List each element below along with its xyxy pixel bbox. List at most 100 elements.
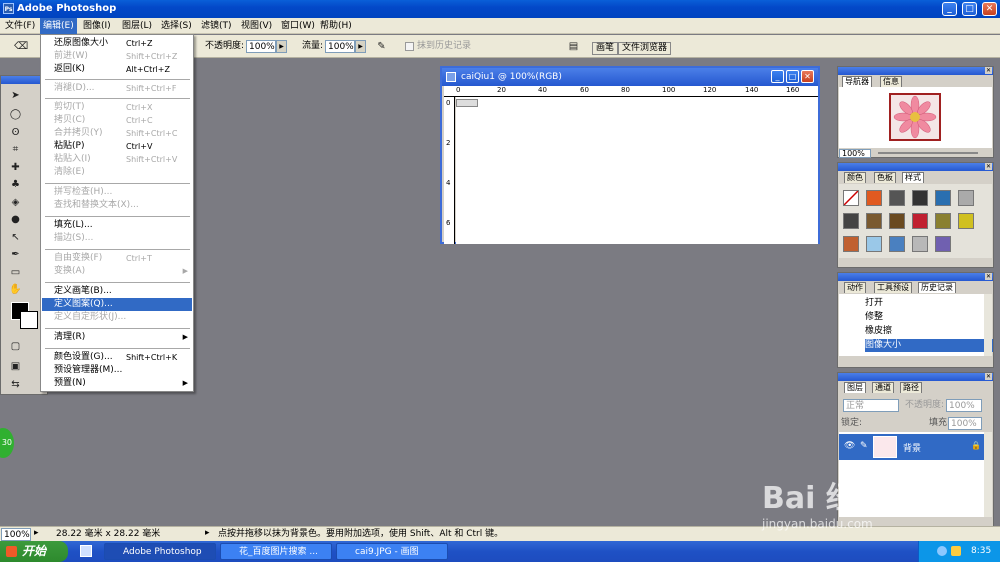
style-swatch[interactable] (889, 213, 905, 229)
panel-close-icon[interactable]: ✕ (985, 273, 992, 280)
tab-file-browser[interactable]: 文件浏览器 (618, 42, 672, 55)
style-swatch[interactable] (958, 190, 974, 206)
menu-item-find-replace[interactable]: 查找和替换文本(X)... (42, 199, 192, 212)
menu-file[interactable]: 文件(F) (2, 18, 38, 34)
history-item-selected[interactable]: 图像大小 (865, 339, 993, 352)
flow-arrow-icon[interactable]: ▶ (355, 40, 366, 53)
show-desktop-icon[interactable] (80, 545, 92, 557)
opacity-arrow-icon[interactable]: ▶ (276, 40, 287, 53)
eye-icon[interactable]: 👁 (844, 441, 855, 451)
style-swatch[interactable] (912, 213, 928, 229)
task-photoshop[interactable]: Adobe Photoshop (104, 543, 216, 560)
close-icon[interactable]: ✕ (982, 2, 997, 16)
style-swatch[interactable] (843, 236, 859, 252)
menu-item-undo[interactable]: 还原图像大小 Ctrl+Z (42, 37, 192, 50)
style-swatch[interactable] (935, 236, 951, 252)
notes-tool-icon[interactable]: ▭ (9, 266, 22, 279)
menu-select[interactable]: 选择(S) (158, 18, 195, 34)
task-browser[interactable]: 花_百度图片搜索 ... (220, 543, 332, 560)
menu-item-cut[interactable]: 剪切(T) Ctrl+X (42, 101, 192, 114)
menu-item-define-custom-shape[interactable]: 定义自定形状(J)... (42, 311, 192, 324)
history-item[interactable]: 修整 (865, 311, 993, 324)
menu-help[interactable]: 帮助(H) (317, 18, 355, 34)
lasso-tool-icon[interactable]: ʘ (9, 126, 22, 139)
menu-item-define-pattern[interactable]: 定义图案(Q)... (42, 298, 192, 311)
tab-swatches[interactable]: 色板 (874, 172, 896, 183)
marquee-tool-icon[interactable]: ◯ (9, 108, 22, 121)
tab-layers[interactable]: 图层 (844, 382, 866, 393)
history-scrollbar[interactable] (984, 294, 992, 356)
volume-icon[interactable] (951, 546, 961, 556)
screen-mode-icon[interactable]: ▣ (9, 360, 22, 373)
style-none[interactable] (843, 190, 859, 206)
menu-item-copy-merged[interactable]: 合并拷贝(Y) Shift+Ctrl+C (42, 127, 192, 140)
panel-close-icon[interactable]: ✕ (985, 373, 992, 380)
style-swatch[interactable] (912, 236, 928, 252)
fill-input[interactable]: 100% (948, 417, 982, 430)
flow-input[interactable]: 100% (325, 40, 355, 53)
navigator-zoom-input[interactable]: 100% (839, 149, 871, 158)
menu-item-preferences[interactable]: 预置(N) ▶ (42, 377, 192, 390)
style-swatch[interactable] (912, 190, 928, 206)
panel-close-icon[interactable]: ✕ (985, 163, 992, 170)
jump-to-imageready-icon[interactable]: ⇆ (9, 378, 22, 391)
style-swatch[interactable] (935, 213, 951, 229)
style-swatch[interactable] (866, 190, 882, 206)
hand-tool-icon[interactable]: ✋ (9, 283, 22, 296)
menu-item-color-settings[interactable]: 颜色设置(G)... Shift+Ctrl+K (42, 351, 192, 364)
menu-item-fill[interactable]: 填充(L)... (42, 219, 192, 232)
healing-tool-icon[interactable]: ✚ (9, 161, 22, 174)
tab-info[interactable]: 信息 (880, 76, 902, 87)
menu-window[interactable]: 窗口(W) (278, 18, 318, 34)
airbrush-icon[interactable]: ✎ (375, 40, 388, 53)
tab-actions[interactable]: 动作 (844, 282, 866, 293)
menu-item-stroke[interactable]: 描边(S)... (42, 232, 192, 245)
eraser-icon[interactable]: ⌫ (14, 40, 28, 53)
tab-color[interactable]: 颜色 (844, 172, 866, 183)
path-select-icon[interactable]: ↖ (9, 231, 22, 244)
erase-history-checkbox[interactable] (405, 42, 414, 51)
standard-mode-icon[interactable]: ▢ (9, 340, 22, 353)
clone-stamp-icon[interactable]: ♣ (9, 178, 22, 191)
document-canvas[interactable] (456, 97, 818, 244)
menu-filter[interactable]: 滤镜(T) (198, 18, 235, 34)
tab-channels[interactable]: 通道 (872, 382, 894, 393)
start-button[interactable]: 开始 (0, 541, 68, 562)
tab-tool-presets[interactable]: 工具预设 (874, 282, 912, 293)
eraser-tool-icon[interactable]: ◈ (9, 196, 22, 209)
style-swatch[interactable] (958, 213, 974, 229)
style-swatch[interactable] (889, 190, 905, 206)
status-menu-icon[interactable]: ▸ (205, 528, 210, 538)
doc-minimize-icon[interactable]: _ (771, 70, 784, 83)
navigator-preview[interactable] (839, 87, 992, 148)
panel-close-icon[interactable]: ✕ (985, 67, 992, 74)
menu-item-free-transform[interactable]: 自由变换(F) Ctrl+T (42, 252, 192, 265)
style-swatch[interactable] (935, 190, 951, 206)
menu-item-paste-into[interactable]: 粘贴入(I) Shift+Ctrl+V (42, 153, 192, 166)
opacity-input[interactable]: 100% (246, 40, 276, 53)
doc-close-icon[interactable]: ✕ (801, 70, 814, 83)
navigator-zoom-slider[interactable] (878, 152, 978, 154)
menu-view[interactable]: 视图(V) (238, 18, 275, 34)
tab-navigator[interactable]: 导航器 (842, 76, 872, 87)
menu-image[interactable]: 图像(I) (80, 18, 114, 34)
layer-row-background[interactable]: 👁 ✎ 背景 🔒 (839, 434, 984, 460)
style-swatch[interactable] (843, 213, 859, 229)
crop-tool-icon[interactable]: ⌗ (9, 143, 22, 156)
history-item[interactable]: 橡皮擦 (865, 325, 993, 338)
menu-item-preset-manager[interactable]: 预设管理器(M)... (42, 364, 192, 377)
tab-brushes[interactable]: 画笔 (592, 42, 619, 55)
status-arrow-icon[interactable]: ▸ (34, 528, 39, 538)
menu-item-step-forward[interactable]: 前进(W) Shift+Ctrl+Z (42, 50, 192, 63)
menu-item-purge[interactable]: 清理(R) ▶ (42, 331, 192, 344)
floating-badge[interactable]: 30 (0, 428, 14, 458)
doc-maximize-icon[interactable]: □ (786, 70, 799, 83)
menu-item-define-brush[interactable]: 定义画笔(B)... (42, 285, 192, 298)
history-item[interactable]: 打开 (865, 297, 993, 310)
layers-scrollbar[interactable] (984, 432, 992, 517)
menu-edit[interactable]: 编辑(E) (40, 18, 77, 34)
style-swatch[interactable] (889, 236, 905, 252)
maximize-icon[interactable]: □ (962, 2, 977, 16)
menu-item-transform[interactable]: 变换(A) ▶ (42, 265, 192, 278)
document-title-bar[interactable]: caiQiu1 @ 100%(RGB) _ □ ✕ (442, 68, 818, 86)
